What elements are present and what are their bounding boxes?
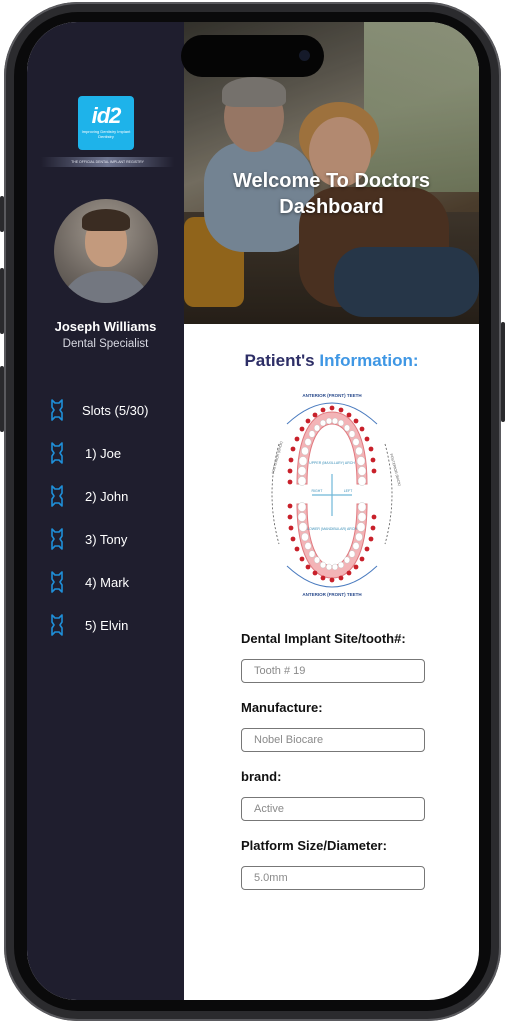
platform-size-label: Platform Size/Diameter: xyxy=(241,838,387,853)
tooth-icon xyxy=(51,614,63,636)
tooth-icon xyxy=(51,528,63,550)
dynamic-island xyxy=(181,35,324,77)
id2-logo[interactable]: id2 Improving Dentistry Implant Dentistr… xyxy=(78,96,134,150)
sidebar-item-tony[interactable]: 3) Tony xyxy=(49,527,127,551)
dental-arch-chart[interactable]: ANTERIOR (FRONT) TEETH ANTERIOR (FRONT) … xyxy=(257,384,407,604)
logo-mark: id2 xyxy=(91,103,122,128)
hero-title: Welcome To Doctors Dashboard xyxy=(232,170,431,218)
implant-site-label: Dental Implant Site/tooth#: xyxy=(241,631,406,646)
chart-posterior-left: POSTERIOR (BACK) xyxy=(271,441,284,474)
logo-strip-text: THE OFFICIAL DENTAL IMPLANT REGISTRY xyxy=(71,160,144,164)
profile-name: Joseph Williams xyxy=(54,319,157,334)
screen: id2 Improving Dentistry Implant Dentistr… xyxy=(27,22,479,1000)
chart-top-label: ANTERIOR (FRONT) TEETH xyxy=(302,393,361,398)
action-button xyxy=(0,196,4,232)
logo-tagline: Improving Dentistry Implant Dentistry xyxy=(81,129,131,139)
camera-icon xyxy=(299,50,310,61)
tooth-icon xyxy=(51,571,63,593)
sidebar-item-label: 2) John xyxy=(85,488,129,504)
sidebar-item-label: 1) Joe xyxy=(85,445,122,461)
sidebar-item-label: Slots (5/30) xyxy=(82,402,149,418)
sidebar: id2 Improving Dentistry Implant Dentistr… xyxy=(27,22,184,1000)
profile-role: Dental Specialist xyxy=(62,338,149,350)
power-button xyxy=(501,322,505,422)
volume-up-button xyxy=(0,268,4,334)
manufacture-input[interactable] xyxy=(241,728,425,752)
patient-title-a: Patient's xyxy=(244,351,315,370)
avatar-shirt xyxy=(60,271,152,303)
sidebar-item-label: 3) Tony xyxy=(85,531,128,547)
chart-right: RIGHT xyxy=(312,489,324,493)
chart-bottom-label: ANTERIOR (FRONT) TEETH xyxy=(302,592,361,597)
tooth-icon xyxy=(51,399,63,421)
patient-title-b: Information: xyxy=(319,351,419,370)
sidebar-item-label: 5) Elvin xyxy=(85,617,129,633)
sidebar-item-label: 4) Mark xyxy=(85,574,130,590)
chart-left: LEFT xyxy=(344,489,353,493)
sidebar-item-john[interactable]: 2) John xyxy=(49,484,128,508)
brand-label: brand: xyxy=(241,769,282,784)
chart-lower-arch: LOWER (MANDIBULAR) ARCH xyxy=(307,527,357,531)
sidebar-item-elvin[interactable]: 5) Elvin xyxy=(49,613,128,637)
patient-info-title: Patient's Information: xyxy=(184,351,479,371)
implant-site-input[interactable] xyxy=(241,659,425,683)
avatar-hair xyxy=(82,209,130,231)
logo-strip: THE OFFICIAL DENTAL IMPLANT REGISTRY xyxy=(41,157,174,167)
chart-posterior-right: POSTERIOR (BACK) xyxy=(389,453,402,486)
tooth-icon xyxy=(51,442,63,464)
sidebar-item-mark[interactable]: 4) Mark xyxy=(49,570,129,594)
tooth-icon xyxy=(51,485,63,507)
sidebar-item-joe[interactable]: 1) Joe xyxy=(49,441,121,465)
sidebar-item-slots[interactable]: Slots (5/30) xyxy=(49,398,148,422)
volume-down-button xyxy=(0,366,4,432)
avatar[interactable] xyxy=(54,199,158,303)
brand-input[interactable] xyxy=(241,797,425,821)
platform-size-input[interactable] xyxy=(241,866,425,890)
chart-upper-arch: UPPER (MAXILLARY) ARCH xyxy=(309,461,355,465)
manufacture-label: Manufacture: xyxy=(241,700,323,715)
